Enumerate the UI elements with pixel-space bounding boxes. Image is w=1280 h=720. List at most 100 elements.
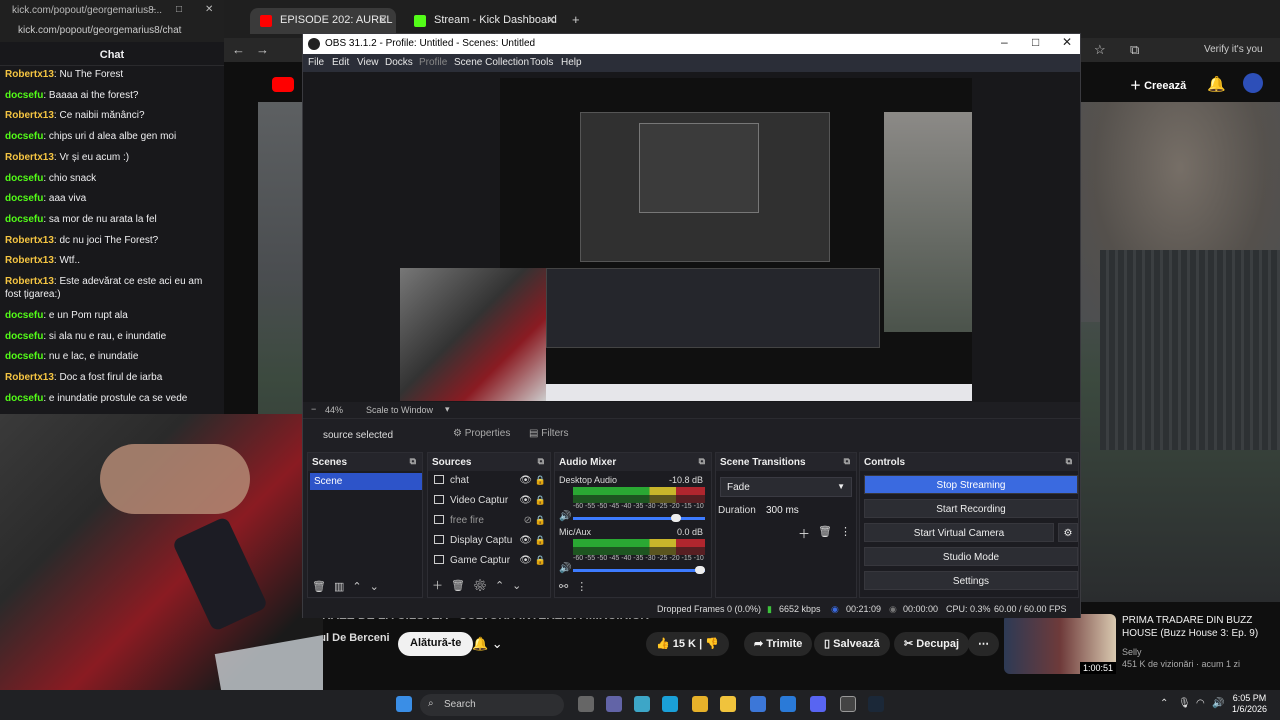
- bell-icon[interactable]: 🔔: [1207, 75, 1226, 93]
- zoom-out-icon[interactable]: −: [311, 404, 316, 414]
- close-icon[interactable]: ✕: [205, 4, 213, 15]
- join-button[interactable]: Alătură-te: [398, 632, 474, 656]
- volume-slider-knob[interactable]: [671, 514, 682, 522]
- lock-icon[interactable]: 🔒: [535, 495, 546, 506]
- menu-help[interactable]: Help: [561, 57, 582, 68]
- scene-item[interactable]: Scene: [310, 473, 422, 490]
- mic-icon[interactable]: 🎙: [1178, 698, 1191, 709]
- close-icon[interactable]: ✕: [378, 13, 388, 27]
- properties-button[interactable]: ⚙ Properties: [453, 428, 510, 439]
- source-item-chat[interactable]: chat 👁 🔒: [434, 475, 546, 493]
- menu-edit[interactable]: Edit: [332, 57, 349, 68]
- more-button[interactable]: ⋯: [968, 632, 999, 656]
- chat-username[interactable]: docsefu: [5, 173, 43, 184]
- up-icon[interactable]: ⌃: [495, 580, 512, 592]
- verify-button[interactable]: Verify it's you: [1204, 44, 1263, 55]
- chat-username[interactable]: docsefu: [5, 193, 43, 204]
- chat-username[interactable]: Robertx13: [5, 255, 54, 266]
- menu-docks[interactable]: Docks: [385, 57, 413, 68]
- lock-icon[interactable]: 🔒: [535, 515, 546, 526]
- reco-title[interactable]: PRIMA TRADARE DIN BUZZ HOUSE (Buzz House…: [1122, 614, 1262, 640]
- maximize-icon[interactable]: □: [1032, 35, 1039, 49]
- volume-slider[interactable]: [573, 569, 705, 572]
- maximize-icon[interactable]: □: [176, 4, 182, 15]
- link-icon[interactable]: ⚯: [559, 581, 576, 593]
- start-recording-button[interactable]: Start Recording: [864, 499, 1078, 518]
- settings-button[interactable]: Settings: [864, 571, 1078, 590]
- dock-pin-icon[interactable]: ⧉: [410, 456, 416, 467]
- windows-start-icon[interactable]: [396, 696, 412, 712]
- eye-icon[interactable]: 👁: [519, 535, 532, 546]
- remove-icon[interactable]: 🗑: [451, 580, 473, 592]
- remove-icon[interactable]: 🗑: [818, 525, 832, 538]
- studio-mode-button[interactable]: Studio Mode: [864, 547, 1078, 566]
- new-tab-button[interactable]: +: [572, 12, 580, 27]
- more-icon[interactable]: ⋮: [840, 525, 851, 538]
- virtual-camera-settings-button[interactable]: ⚙: [1058, 523, 1078, 542]
- store-icon[interactable]: [750, 696, 766, 712]
- lock-icon[interactable]: 🔒: [535, 555, 546, 566]
- chat-username[interactable]: docsefu: [5, 331, 43, 342]
- chat-username[interactable]: Robertx13: [5, 152, 54, 163]
- eye-icon[interactable]: 👁: [519, 555, 532, 566]
- speaker-icon[interactable]: 🔊: [559, 563, 571, 574]
- menu-scene-collection[interactable]: Scene Collection: [454, 57, 529, 68]
- chat-username[interactable]: docsefu: [5, 310, 43, 321]
- volume-slider-knob[interactable]: [695, 566, 705, 574]
- edge-icon[interactable]: [662, 696, 678, 712]
- close-icon[interactable]: ✕: [546, 13, 556, 27]
- scale-mode[interactable]: Scale to Window: [366, 405, 433, 415]
- share-button[interactable]: ➦ Trimite: [744, 632, 813, 656]
- extensions-icon[interactable]: ⧉: [1130, 42, 1139, 58]
- taskbar-search[interactable]: ⌕ Search: [420, 694, 564, 716]
- duration-input[interactable]: 300 ms: [760, 501, 850, 521]
- discord-icon[interactable]: [810, 696, 826, 712]
- chat-username[interactable]: Robertx13: [5, 110, 54, 121]
- start-virtual-camera-button[interactable]: Start Virtual Camera: [864, 523, 1054, 542]
- dock-pin-icon[interactable]: ⧉: [1066, 456, 1072, 467]
- mail-icon[interactable]: [780, 696, 796, 712]
- obs-taskbar-icon[interactable]: [840, 696, 856, 712]
- copilot-icon[interactable]: [634, 696, 650, 712]
- obs-preview[interactable]: [303, 72, 1080, 402]
- chat-username[interactable]: docsefu: [5, 393, 43, 404]
- chat-username[interactable]: Robertx13: [5, 372, 54, 383]
- speaker-icon[interactable]: 🔊: [559, 511, 571, 522]
- chat-username[interactable]: Robertx13: [5, 235, 54, 246]
- add-icon[interactable]: ＋: [432, 580, 451, 592]
- chat-username[interactable]: docsefu: [5, 131, 43, 142]
- wifi-icon[interactable]: ◠: [1196, 698, 1205, 709]
- chat-username[interactable]: Robertx13: [5, 276, 54, 287]
- taskbar-clock[interactable]: 6:05 PM 1/6/2026: [1232, 693, 1267, 715]
- chevron-up-icon[interactable]: ⌃: [1160, 698, 1168, 709]
- up-icon[interactable]: ⌃: [352, 581, 369, 593]
- avatar[interactable]: [1243, 73, 1263, 93]
- dock-pin-icon[interactable]: ⧉: [699, 456, 705, 467]
- volume-icon[interactable]: 🔊: [1212, 698, 1224, 709]
- down-icon[interactable]: ⌄: [370, 581, 387, 593]
- eye-hidden-icon[interactable]: ⊘: [524, 515, 532, 526]
- back-icon[interactable]: ←: [232, 42, 245, 57]
- filter-icon[interactable]: ▥: [334, 581, 352, 593]
- close-icon[interactable]: ✕: [1062, 35, 1072, 49]
- clip-button[interactable]: ✂ Decupaj: [894, 632, 970, 656]
- lock-icon[interactable]: 🔒: [535, 535, 546, 546]
- transition-select[interactable]: Fade ▼: [720, 477, 852, 497]
- source-item-game-capture[interactable]: Game Captur 👁 🔒: [434, 555, 546, 573]
- chat-url-bar[interactable]: kick.com/popout/georgemarius8/chat: [0, 22, 224, 42]
- volume-slider[interactable]: [573, 517, 705, 520]
- menu-profile[interactable]: Profile: [419, 57, 447, 68]
- file-explorer-icon[interactable]: [720, 696, 736, 712]
- minimize-icon[interactable]: –: [150, 4, 156, 15]
- eye-icon[interactable]: 👁: [519, 495, 532, 506]
- gear-icon[interactable]: ⚙: [473, 580, 495, 592]
- more-icon[interactable]: ⋮: [576, 581, 595, 593]
- chevron-down-icon[interactable]: ▾: [445, 404, 450, 415]
- save-button[interactable]: ▯ Salvează: [814, 632, 890, 656]
- steam-icon[interactable]: [868, 696, 884, 712]
- chat-username[interactable]: docsefu: [5, 214, 43, 225]
- menu-file[interactable]: File: [308, 57, 324, 68]
- chat-username[interactable]: Robertx13: [5, 69, 54, 80]
- source-item-free-fire[interactable]: free fire ⊘ 🔒: [434, 515, 546, 533]
- eye-icon[interactable]: 👁: [519, 475, 532, 486]
